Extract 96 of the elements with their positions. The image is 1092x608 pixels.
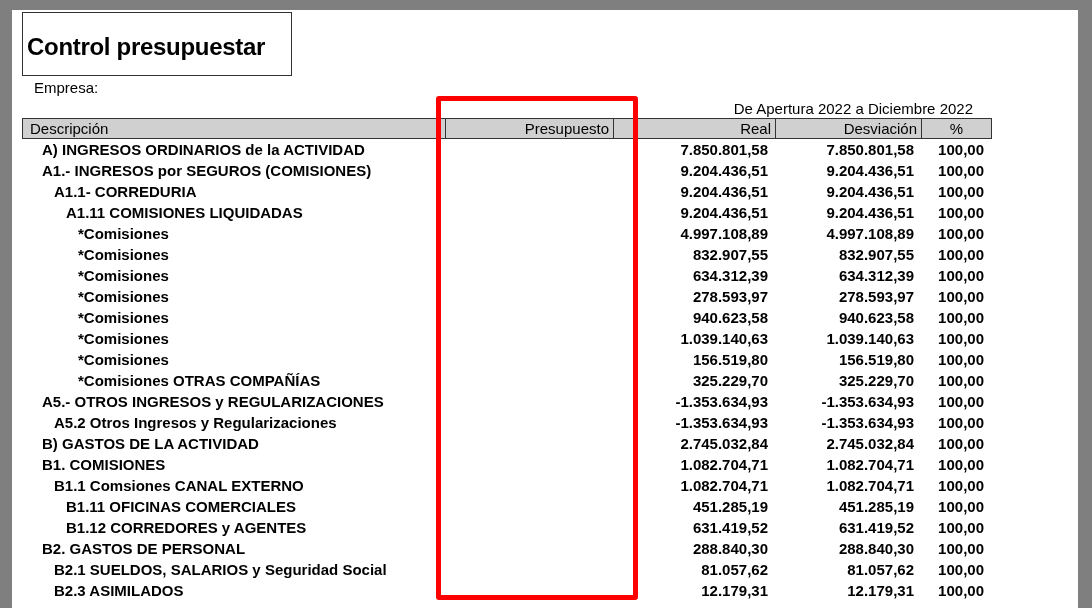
deviation-value: -1.353.634,93 xyxy=(820,413,915,433)
deviation-value: 288.840,30 xyxy=(837,539,915,559)
real-value: 451.285,19 xyxy=(691,497,769,517)
percent-value: 100,00 xyxy=(937,434,985,454)
real-value: 1.039.140,63 xyxy=(679,329,769,349)
real-value: 631.419,52 xyxy=(691,518,769,538)
real-value: 325.229,70 xyxy=(691,371,769,391)
deviation-value: 12.179,31 xyxy=(846,581,915,601)
percent-value: 100,00 xyxy=(937,518,985,538)
row-label: A5.2 Otros Ingresos y Regularizaciones xyxy=(53,413,338,433)
percent-value: 100,00 xyxy=(937,371,985,391)
row-label: B1. COMISIONES xyxy=(41,455,167,475)
row-label: *Comisiones OTRAS COMPAÑÍAS xyxy=(77,371,322,391)
deviation-value: 325.229,70 xyxy=(837,371,915,391)
percent-value: 100,00 xyxy=(937,245,985,265)
deviation-value: 9.204.436,51 xyxy=(825,161,915,181)
percent-value: 100,00 xyxy=(937,497,985,517)
percent-value: 100,00 xyxy=(937,266,985,286)
deviation-value: 1.082.704,71 xyxy=(825,455,915,475)
real-value: -1.353.634,93 xyxy=(674,413,769,433)
row-label: *Comisiones xyxy=(77,266,170,286)
percent-value: 100,00 xyxy=(937,560,985,580)
row-label: *Comisiones xyxy=(77,329,170,349)
real-value: 4.997.108,89 xyxy=(679,224,769,244)
row-label: *Comisiones xyxy=(77,224,170,244)
real-value: 81.057,62 xyxy=(700,560,769,580)
real-value: 12.179,31 xyxy=(700,581,769,601)
deviation-value: 634.312,39 xyxy=(837,266,915,286)
column-header: Presupuesto xyxy=(446,118,614,139)
percent-value: 100,00 xyxy=(937,413,985,433)
deviation-value: 832.907,55 xyxy=(837,245,915,265)
real-value: 832.907,55 xyxy=(691,245,769,265)
percent-value: 100,00 xyxy=(937,539,985,559)
period-label: De Apertura 2022 a Diciembre 2022 xyxy=(732,100,973,118)
row-label: *Comisiones xyxy=(77,350,170,370)
percent-value: 100,00 xyxy=(937,455,985,475)
column-header: % xyxy=(922,118,992,139)
row-label: A1.11 COMISIONES LIQUIDADAS xyxy=(65,203,304,223)
percent-value: 100,00 xyxy=(937,182,985,202)
column-header: Real xyxy=(614,118,776,139)
row-label: *Comisiones xyxy=(77,287,170,307)
percent-value: 100,00 xyxy=(937,476,985,496)
deviation-value: 4.997.108,89 xyxy=(825,224,915,244)
percent-value: 100,00 xyxy=(937,350,985,370)
report-title: Control presupuestar xyxy=(22,12,292,76)
real-value: 278.593,97 xyxy=(691,287,769,307)
row-label: A1.- INGRESOS por SEGUROS (COMISIONES) xyxy=(41,161,373,181)
deviation-value: 9.204.436,51 xyxy=(825,182,915,202)
row-label: *Comisiones xyxy=(77,308,170,328)
deviation-value: 1.082.704,71 xyxy=(825,476,915,496)
row-label: B1.1 Comsiones CANAL EXTERNO xyxy=(53,476,305,496)
deviation-value: 81.057,62 xyxy=(846,560,915,580)
real-value: -1.353.634,93 xyxy=(674,392,769,412)
deviation-value: 1.039.140,63 xyxy=(825,329,915,349)
real-value: 2.745.032,84 xyxy=(679,434,769,454)
real-value: 1.082.704,71 xyxy=(679,455,769,475)
deviation-value: -1.353.634,93 xyxy=(820,392,915,412)
real-value: 7.850.801,58 xyxy=(679,140,769,160)
deviation-value: 7.850.801,58 xyxy=(825,140,915,160)
percent-value: 100,00 xyxy=(937,581,985,601)
real-value: 634.312,39 xyxy=(691,266,769,286)
percent-value: 100,00 xyxy=(937,140,985,160)
row-label: B2.3 ASIMILADOS xyxy=(53,581,185,601)
real-value: 9.204.436,51 xyxy=(679,203,769,223)
company-label: Empresa: xyxy=(34,79,100,97)
deviation-value: 156.519,80 xyxy=(837,350,915,370)
percent-value: 100,00 xyxy=(937,392,985,412)
real-value: 288.840,30 xyxy=(691,539,769,559)
percent-value: 100,00 xyxy=(937,224,985,244)
percent-value: 100,00 xyxy=(937,308,985,328)
column-header: Descripción xyxy=(22,118,446,139)
real-value: 156.519,80 xyxy=(691,350,769,370)
deviation-value: 940.623,58 xyxy=(837,308,915,328)
real-value: 1.082.704,71 xyxy=(679,476,769,496)
real-value: 9.204.436,51 xyxy=(679,182,769,202)
row-label: A1.1- CORREDURIA xyxy=(53,182,198,202)
percent-value: 100,00 xyxy=(937,161,985,181)
row-label: B2.1 SUELDOS, SALARIOS y Seguridad Social xyxy=(53,560,388,580)
row-label: B2. GASTOS DE PERSONAL xyxy=(41,539,247,559)
deviation-value: 2.745.032,84 xyxy=(825,434,915,454)
column-header: Desviación xyxy=(776,118,922,139)
percent-value: 100,00 xyxy=(937,203,985,223)
deviation-value: 9.204.436,51 xyxy=(825,203,915,223)
row-label: B1.11 OFICINAS COMERCIALES xyxy=(65,497,298,517)
percent-value: 100,00 xyxy=(937,287,985,307)
deviation-value: 278.593,97 xyxy=(837,287,915,307)
row-label: *Comisiones xyxy=(77,245,170,265)
deviation-value: 451.285,19 xyxy=(837,497,915,517)
row-label: A) INGRESOS ORDINARIOS de la ACTIVIDAD xyxy=(41,140,366,160)
row-label: B1.12 CORREDORES y AGENTES xyxy=(65,518,308,538)
row-label: B) GASTOS DE LA ACTIVIDAD xyxy=(41,434,260,454)
row-label: A5.- OTROS INGRESOS y REGULARIZACIONES xyxy=(41,392,385,412)
deviation-value: 631.419,52 xyxy=(837,518,915,538)
real-value: 940.623,58 xyxy=(691,308,769,328)
percent-value: 100,00 xyxy=(937,329,985,349)
real-value: 9.204.436,51 xyxy=(679,161,769,181)
